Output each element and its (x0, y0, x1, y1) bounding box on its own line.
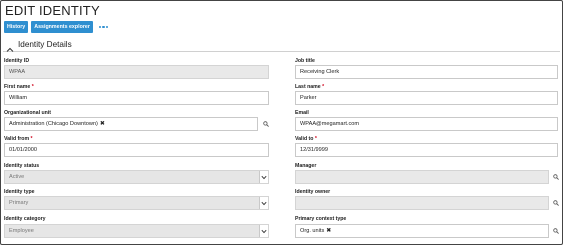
primary-context-type-tag: Org. units (300, 228, 325, 234)
required-marker: * (322, 84, 325, 90)
identity-category-select[interactable]: Employee (4, 224, 269, 238)
toolbar: History Assignments explorer (4, 21, 109, 33)
valid-from-label: Valid from * (4, 136, 33, 142)
search-icon[interactable] (553, 200, 559, 206)
identity-category-label: Identity category (4, 216, 46, 222)
primary-context-type-field[interactable]: Org. units ✖ (295, 224, 549, 238)
org-unit-tag: Administration (Chicago Downtown) (9, 121, 98, 127)
job-title-input[interactable]: Receiving Clerk (295, 65, 558, 79)
valid-from-input[interactable]: 01/01/2000 (4, 143, 269, 157)
close-icon[interactable]: ✖ (326, 228, 331, 234)
identity-id-field: WPAA (4, 65, 269, 79)
first-name-label: First name * (4, 84, 34, 90)
identity-status-value: Active (9, 174, 25, 180)
valid-to-input[interactable]: 12/31/9999 (295, 143, 558, 157)
identity-type-value: Primary (9, 200, 29, 206)
identity-type-select[interactable]: Primary (4, 196, 269, 210)
email-input[interactable]: WPAA@megamart.com (295, 117, 558, 131)
identity-owner-field[interactable] (295, 196, 549, 210)
first-name-input[interactable]: William (4, 91, 269, 105)
more-options-icon[interactable] (98, 21, 109, 33)
assignments-explorer-button[interactable]: Assignments explorer (31, 21, 93, 33)
search-icon[interactable] (263, 121, 269, 127)
manager-field[interactable] (295, 170, 549, 184)
manager-label: Manager (295, 163, 317, 169)
email-label: Email (295, 110, 309, 116)
chevron-down-icon[interactable] (259, 197, 268, 209)
identity-id-label: Identity ID (4, 58, 30, 64)
org-unit-field[interactable]: Administration (Chicago Downtown) ✖ (4, 117, 258, 131)
primary-context-type-label: Primary context type (295, 216, 347, 222)
chevron-up-icon[interactable] (6, 41, 14, 52)
identity-status-select[interactable]: Active (4, 170, 269, 184)
search-icon[interactable] (553, 174, 559, 180)
search-icon[interactable] (553, 228, 559, 234)
identity-owner-label: Identity owner (295, 189, 331, 195)
close-icon[interactable]: ✖ (100, 121, 105, 127)
section-title: Identity Details (18, 40, 72, 49)
required-marker: * (314, 136, 317, 142)
last-name-label: Last name * (295, 84, 325, 90)
chevron-down-icon[interactable] (259, 171, 268, 183)
identity-details-header[interactable]: Identity Details (3, 38, 560, 52)
history-button[interactable]: History (4, 21, 29, 33)
last-name-input[interactable]: Parker (295, 91, 558, 105)
page-title: EDIT IDENTITY (5, 3, 100, 18)
identity-type-label: Identity type (4, 189, 35, 195)
identity-category-value: Employee (9, 228, 34, 234)
valid-to-label: Valid to * (295, 136, 317, 142)
required-marker: * (31, 84, 34, 90)
org-unit-label: Organizational unit (4, 110, 51, 116)
job-title-label: Job title (295, 58, 315, 64)
chevron-down-icon[interactable] (259, 225, 268, 237)
required-marker: * (30, 136, 33, 142)
identity-status-label: Identity status (4, 163, 40, 169)
